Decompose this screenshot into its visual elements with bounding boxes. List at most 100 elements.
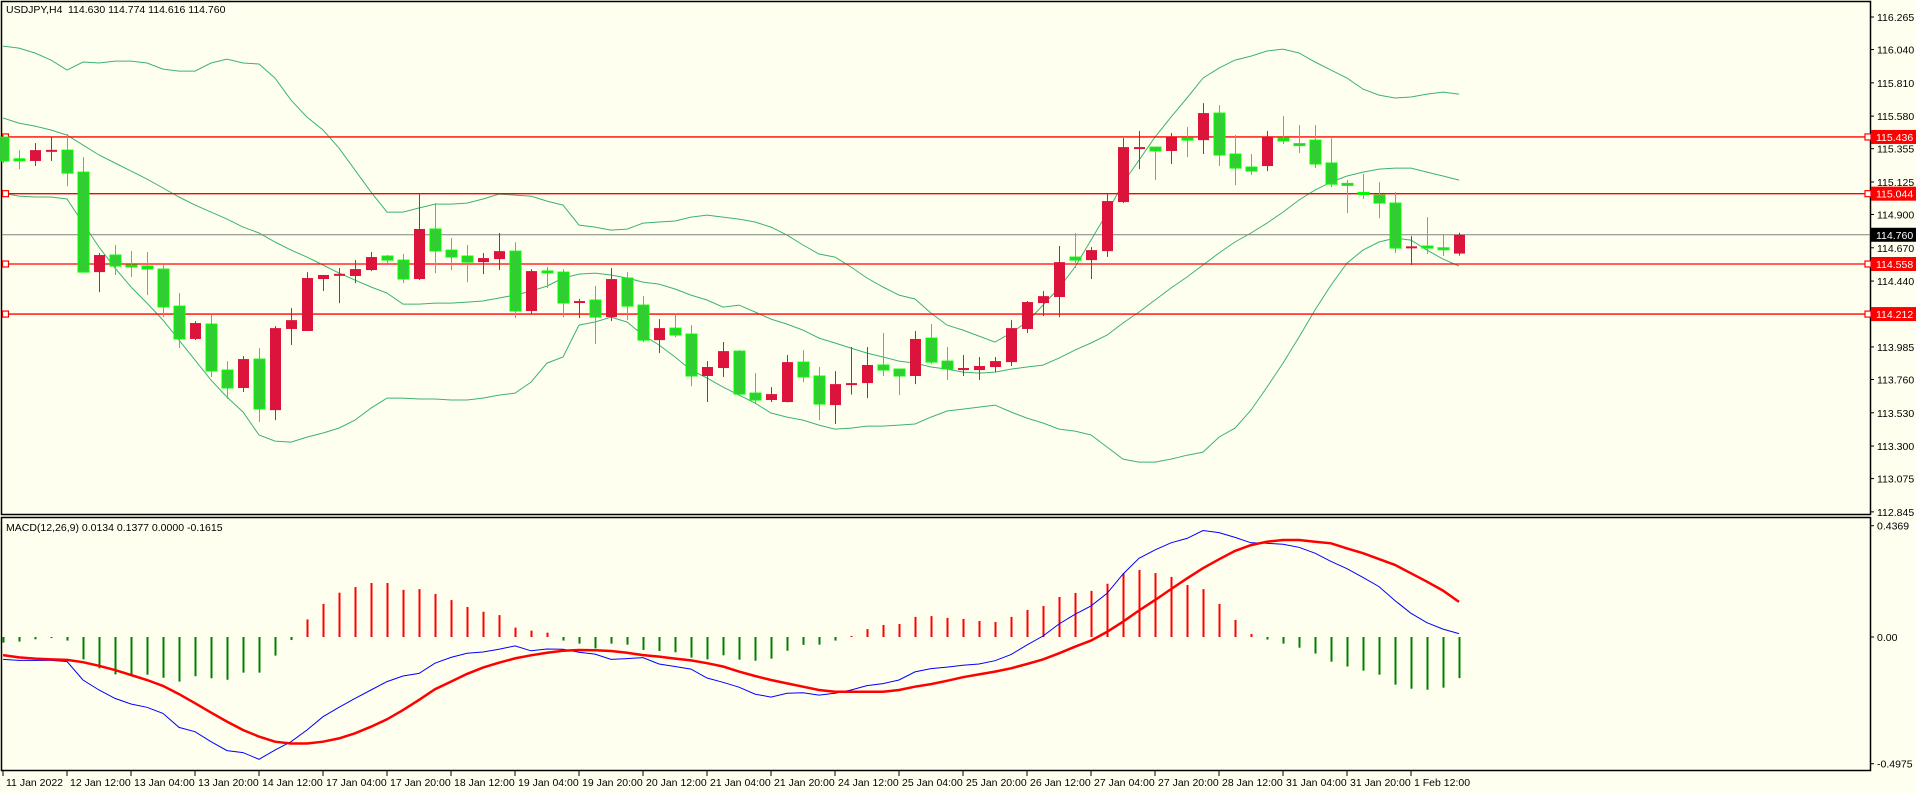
time-tick-label: 17 Jan 20:00 (390, 777, 451, 789)
chart-canvas: 116.265116.040115.810115.580115.355115.1… (0, 0, 1916, 793)
time-tick-label: 20 Jan 12:00 (646, 777, 707, 789)
candle-body (782, 362, 793, 403)
candle-body (318, 275, 329, 280)
candle-body (1309, 139, 1322, 165)
level-line-handle[interactable] (1864, 310, 1872, 318)
candle-body (30, 150, 41, 161)
bull-candle (1022, 301, 1033, 334)
bear-candle (77, 157, 90, 273)
level-line-handle[interactable] (1864, 190, 1872, 198)
candle-body (621, 277, 634, 307)
time-tick-label: 24 Jan 12:00 (838, 777, 899, 789)
time-tick-label: 28 Jan 12:00 (1222, 777, 1283, 789)
candle-body (414, 228, 425, 280)
candle-body (350, 269, 361, 277)
candle-body (61, 149, 74, 174)
bull-candle (526, 269, 537, 315)
candle-body (0, 136, 10, 162)
level-line-handle[interactable] (1, 190, 10, 198)
candle-body (286, 320, 297, 329)
candle-body (1437, 247, 1450, 251)
time-tick-label: 31 Jan 04:00 (1286, 777, 1347, 789)
candle-body (910, 338, 921, 377)
candle-body (46, 149, 57, 152)
candle-body (1166, 137, 1177, 151)
candle-body (718, 351, 729, 369)
candle-body (557, 271, 570, 304)
candle-body (990, 361, 1001, 368)
candle-body (1229, 153, 1242, 169)
bear-candle (509, 242, 522, 319)
price-tick-label: 113.075 (1877, 474, 1914, 486)
candle-body (1245, 166, 1258, 172)
time-tick-label: 21 Jan 20:00 (774, 777, 835, 789)
time-tick-label: 17 Jan 04:00 (326, 777, 387, 789)
bull-candle (270, 326, 281, 421)
price-tick-label: 113.300 (1877, 441, 1914, 453)
macd-legend: MACD(12,26,9) 0.0134 0.1377 0.0000 -0.16… (6, 522, 223, 534)
candle-body (429, 228, 442, 252)
candle-body (830, 384, 841, 406)
current-price-label: 114.760 (1876, 230, 1913, 242)
candle-body (1054, 262, 1065, 297)
price-tick-label: 112.845 (1877, 507, 1914, 519)
level-line-handle[interactable] (1864, 260, 1872, 268)
candle-body (797, 361, 810, 378)
time-tick-label: 12 Jan 12:00 (70, 777, 131, 789)
candle-body (238, 359, 249, 389)
candle-body (125, 264, 138, 268)
time-tick-label: 27 Jan 04:00 (1094, 777, 1155, 789)
candle-body (1406, 246, 1417, 249)
time-tick-label: 19 Jan 20:00 (582, 777, 643, 789)
candle-body (813, 375, 826, 405)
price-tick-label: 116.040 (1877, 45, 1914, 57)
time-tick-label: 18 Jan 12:00 (454, 777, 515, 789)
price-tick-label: 113.985 (1877, 342, 1914, 354)
candle-body (1373, 194, 1386, 204)
candle-body (1262, 137, 1273, 167)
candle-body (1277, 137, 1290, 142)
candle-body (190, 323, 201, 339)
level-line-handle[interactable] (1, 260, 10, 268)
candle-body (13, 158, 26, 162)
level-price-label: 115.044 (1876, 189, 1913, 201)
candle-body (1022, 302, 1033, 329)
candle-body (141, 265, 154, 270)
candle-body (1421, 245, 1434, 249)
candle-body (1069, 256, 1082, 261)
candle-body (1118, 147, 1129, 203)
candle-body (494, 251, 505, 260)
bear-candle (0, 135, 10, 164)
candle-body (509, 250, 522, 312)
candle-body (669, 327, 682, 336)
candle-body (526, 271, 537, 312)
candle-body (862, 365, 873, 384)
chart-background (0, 0, 1916, 793)
candle-body (1389, 202, 1402, 249)
candle-body (1006, 328, 1017, 363)
bull-candle (1102, 193, 1113, 258)
candle-body (270, 328, 281, 411)
time-tick-label: 13 Jan 04:00 (134, 777, 195, 789)
price-axis: 116.265116.040115.810115.580115.355115.1… (1870, 12, 1916, 519)
level-line-handle[interactable] (1, 310, 10, 318)
candle-body (654, 328, 665, 341)
bull-candle (1454, 232, 1465, 256)
candle-body (606, 279, 617, 318)
macd-tick-label: 0.00 (1877, 632, 1898, 644)
level-line-handle[interactable] (1864, 133, 1872, 141)
candle-body (637, 304, 650, 341)
time-tick-label: 1 Feb 12:00 (1414, 777, 1470, 789)
bull-candle (190, 321, 201, 341)
time-tick-label: 13 Jan 20:00 (198, 777, 259, 789)
time-tick-label: 25 Jan 20:00 (966, 777, 1027, 789)
price-tick-label: 115.580 (1877, 111, 1914, 123)
candle-body (1102, 201, 1113, 252)
bull-candle (1118, 138, 1129, 204)
candle-body (846, 383, 857, 386)
candle-body (925, 337, 938, 363)
candle-body (94, 255, 105, 273)
candle-body (109, 254, 122, 267)
candle-body (1293, 143, 1306, 147)
time-tick-label: 31 Jan 20:00 (1350, 777, 1411, 789)
